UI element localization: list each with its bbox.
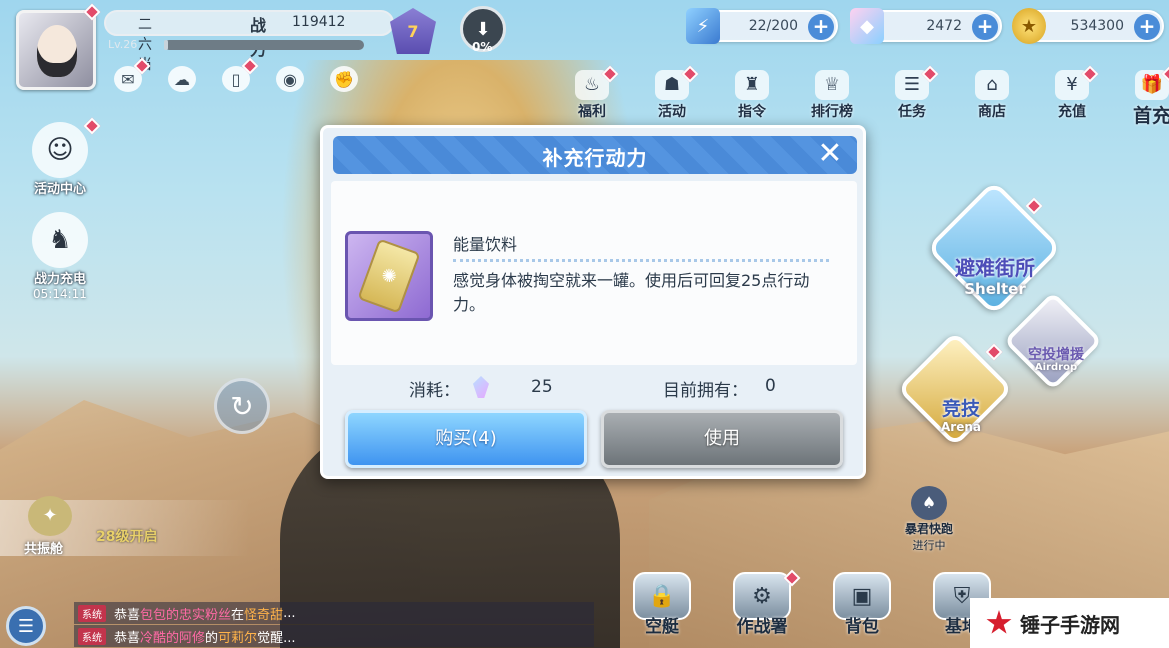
buy-button[interactable]: 购买(4)	[345, 410, 587, 468]
dialog-body: ✺ 能量饮料 感觉身体被掏空就来一罐。使用后可回复25点行动力。	[331, 181, 857, 365]
close-icon[interactable]: ✕	[815, 138, 845, 170]
owned-value: 0	[765, 376, 776, 396]
item-description: 感觉身体被掏空就来一罐。使用后可回复25点行动力。	[453, 271, 810, 314]
replenish-stamina-dialog: 补充行动力 ✕ ✺ 能量饮料 感觉身体被掏空就来一罐。使用后可回复25点行动力。…	[320, 125, 866, 479]
item-slot: ✺	[345, 231, 433, 321]
energy-drink-icon: ✺	[357, 238, 421, 314]
cost-value: 25	[531, 377, 553, 397]
gem-icon	[473, 376, 489, 398]
dialog-header: 补充行动力 ✕	[333, 136, 857, 174]
owned-label: 目前拥有：	[663, 381, 748, 401]
use-button[interactable]: 使用	[601, 410, 843, 468]
divider	[453, 259, 829, 262]
item-name: 能量饮料	[453, 235, 518, 254]
cost-label: 消耗：	[409, 381, 460, 401]
dialog-title: 补充行动力	[542, 146, 648, 170]
